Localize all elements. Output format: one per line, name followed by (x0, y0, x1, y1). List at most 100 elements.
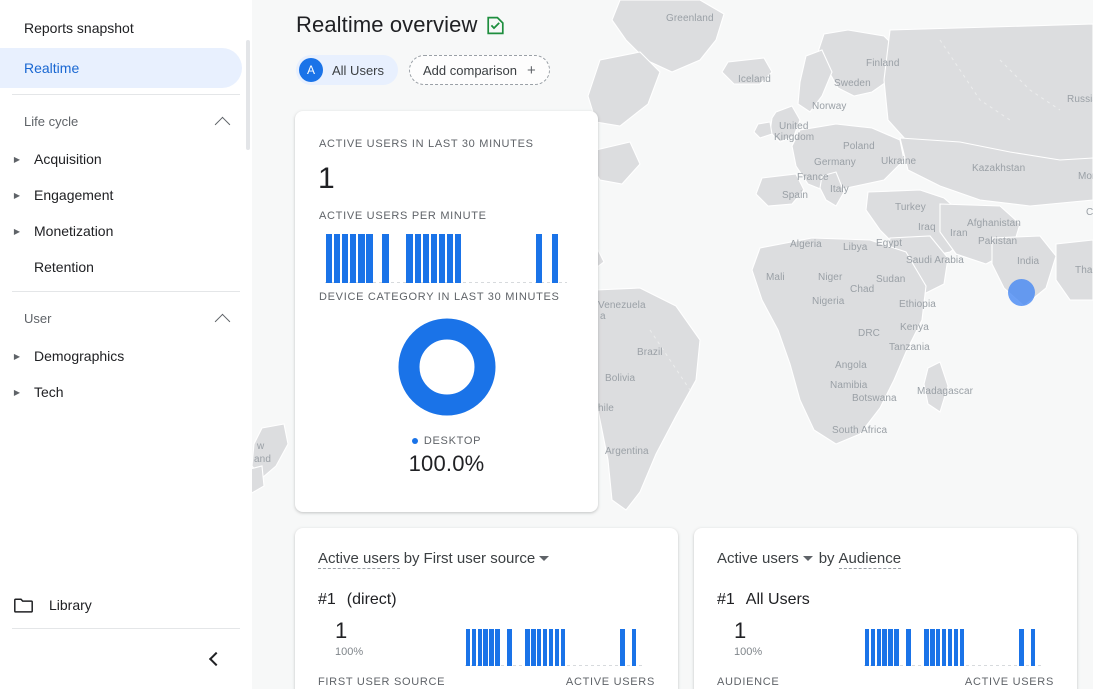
sidebar-item-label: Engagement (34, 187, 114, 203)
sidebar-item-reports-snapshot[interactable]: Reports snapshot (0, 8, 242, 48)
triangle-right-icon: ▶ (13, 190, 21, 200)
source-card-title: Active users by First user source (318, 550, 553, 569)
sidebar-section-user[interactable]: User (0, 298, 252, 338)
donut-legend: DESKTOP (411, 435, 481, 447)
sidebar-scrollbar[interactable] (246, 40, 250, 150)
audience-card-footer-left: AUDIENCE (717, 676, 780, 688)
chart-bar (1030, 629, 1036, 666)
device-category-donut[interactable]: DESKTOP 100.0% (295, 318, 598, 477)
chart-bar (548, 629, 554, 666)
sidebar-item-tech[interactable]: ▶ Tech (0, 374, 252, 410)
chart-bar (551, 234, 559, 283)
chart-bar (483, 629, 489, 666)
sidebar-item-label: Reports snapshot (24, 20, 134, 36)
sidebar-item-label: Realtime (24, 60, 80, 76)
audience-card-value: 1 (734, 618, 747, 643)
active-users-per-minute-chart[interactable] (325, 230, 567, 283)
audience-card-sparkline[interactable] (864, 626, 1042, 666)
chart-bar (382, 234, 389, 283)
chart-bar (906, 629, 911, 666)
chart-bar (941, 629, 947, 666)
segment-chip-all-users[interactable]: A All Users (296, 55, 399, 85)
document-check-icon[interactable] (486, 16, 505, 35)
triangle-right-icon: ▶ (13, 387, 21, 397)
audience-card-dimension-selector[interactable]: Audience (838, 550, 902, 569)
sidebar-item-retention[interactable]: ▶ Retention (0, 249, 252, 285)
source-card-metric-selector[interactable]: Active users (318, 550, 400, 569)
folder-icon (14, 597, 33, 613)
legend-color-dot (411, 438, 418, 444)
page-title-row: Realtime overview (296, 12, 550, 38)
sidebar-section-life-cycle[interactable]: Life cycle (0, 101, 252, 141)
source-card-rank: #1 (318, 591, 336, 608)
left-sidebar: Reports snapshot Realtime Life cycle ▶ A… (0, 0, 252, 689)
sidebar-collapse-button[interactable] (200, 645, 228, 673)
chart-bar (325, 234, 333, 283)
chart-bar (414, 234, 421, 283)
caret-down-icon[interactable] (539, 556, 550, 561)
chart-bar (438, 234, 446, 283)
sidebar-item-demographics[interactable]: ▶ Demographics (0, 338, 252, 374)
chart-bar (446, 234, 454, 283)
chart-bar (554, 629, 560, 666)
source-card-footer-left: FIRST USER SOURCE (318, 676, 446, 688)
audience-card-name: All Users (745, 591, 810, 608)
sidebar-item-realtime[interactable]: Realtime (0, 48, 242, 88)
chart-bar (358, 234, 365, 283)
active-users-by-audience-card: Active users by Audience #1 All Users 1 … (694, 528, 1077, 689)
chart-bar (536, 629, 542, 666)
chart-bar (953, 629, 959, 666)
chevron-up-icon[interactable] (214, 313, 231, 329)
audience-card-rank-row: #1 All Users (717, 591, 810, 609)
add-comparison-button[interactable]: Add comparison + (409, 55, 550, 85)
chart-bar (929, 629, 935, 666)
audience-card-footer-right: ACTIVE USERS (964, 676, 1054, 688)
audience-card-metric: Active users (717, 550, 799, 567)
chart-bar (333, 234, 341, 283)
active-users-30min-value: 1 (318, 162, 335, 195)
chart-bar (619, 629, 625, 666)
source-card-footer-right: ACTIVE USERS (565, 676, 655, 688)
sidebar-item-acquisition[interactable]: ▶ Acquisition (0, 141, 252, 177)
caret-down-icon[interactable] (802, 556, 813, 561)
chart-bar (495, 629, 500, 666)
page-header: Realtime overview A All Users Add compar… (296, 12, 550, 85)
chart-bar (341, 234, 349, 283)
source-card-sparkline[interactable] (465, 626, 643, 666)
chart-bar (366, 234, 373, 283)
chart-bar (870, 629, 876, 666)
chart-bar (935, 629, 941, 666)
donut-percentage: 100.0% (408, 451, 485, 476)
chart-bar (524, 629, 530, 666)
realtime-overview-page: Greenland Iceland Finland Sweden Norway Unite… (0, 0, 1093, 689)
sidebar-item-label: Acquisition (34, 151, 102, 167)
chart-bar (471, 629, 477, 666)
chart-bar (406, 234, 413, 283)
source-card-value: 1 (335, 618, 348, 643)
sidebar-item-engagement[interactable]: ▶ Engagement (0, 177, 252, 213)
source-card-dimension: First user source (423, 550, 536, 567)
chart-bar (507, 629, 512, 666)
sidebar-item-monetization[interactable]: ▶ Monetization (0, 213, 252, 249)
map-active-user-marker[interactable] (1008, 279, 1035, 306)
chart-bar (350, 234, 357, 283)
chevron-up-icon[interactable] (214, 116, 231, 132)
chart-bar (631, 629, 637, 666)
chart-bar (864, 629, 870, 666)
chart-bar (947, 629, 953, 666)
triangle-right-icon: ▶ (13, 154, 21, 164)
sidebar-item-library[interactable]: Library (0, 582, 252, 628)
sidebar-section-label: Life cycle (24, 113, 79, 129)
chart-bar (923, 629, 929, 666)
source-card-rank-row: #1 (direct) (318, 591, 397, 609)
comparison-chips-row: A All Users Add comparison + (296, 55, 550, 85)
sidebar-section-label: User (24, 310, 52, 326)
sidebar-collapse-row (0, 629, 252, 689)
sidebar-divider-1 (12, 94, 240, 95)
add-comparison-label: Add comparison (423, 62, 517, 78)
chart-bar (454, 234, 462, 283)
sidebar-item-label: Monetization (34, 223, 114, 239)
chart-bar (888, 629, 893, 666)
audience-card-percent: 100% (734, 646, 763, 658)
chart-bar (894, 629, 899, 666)
